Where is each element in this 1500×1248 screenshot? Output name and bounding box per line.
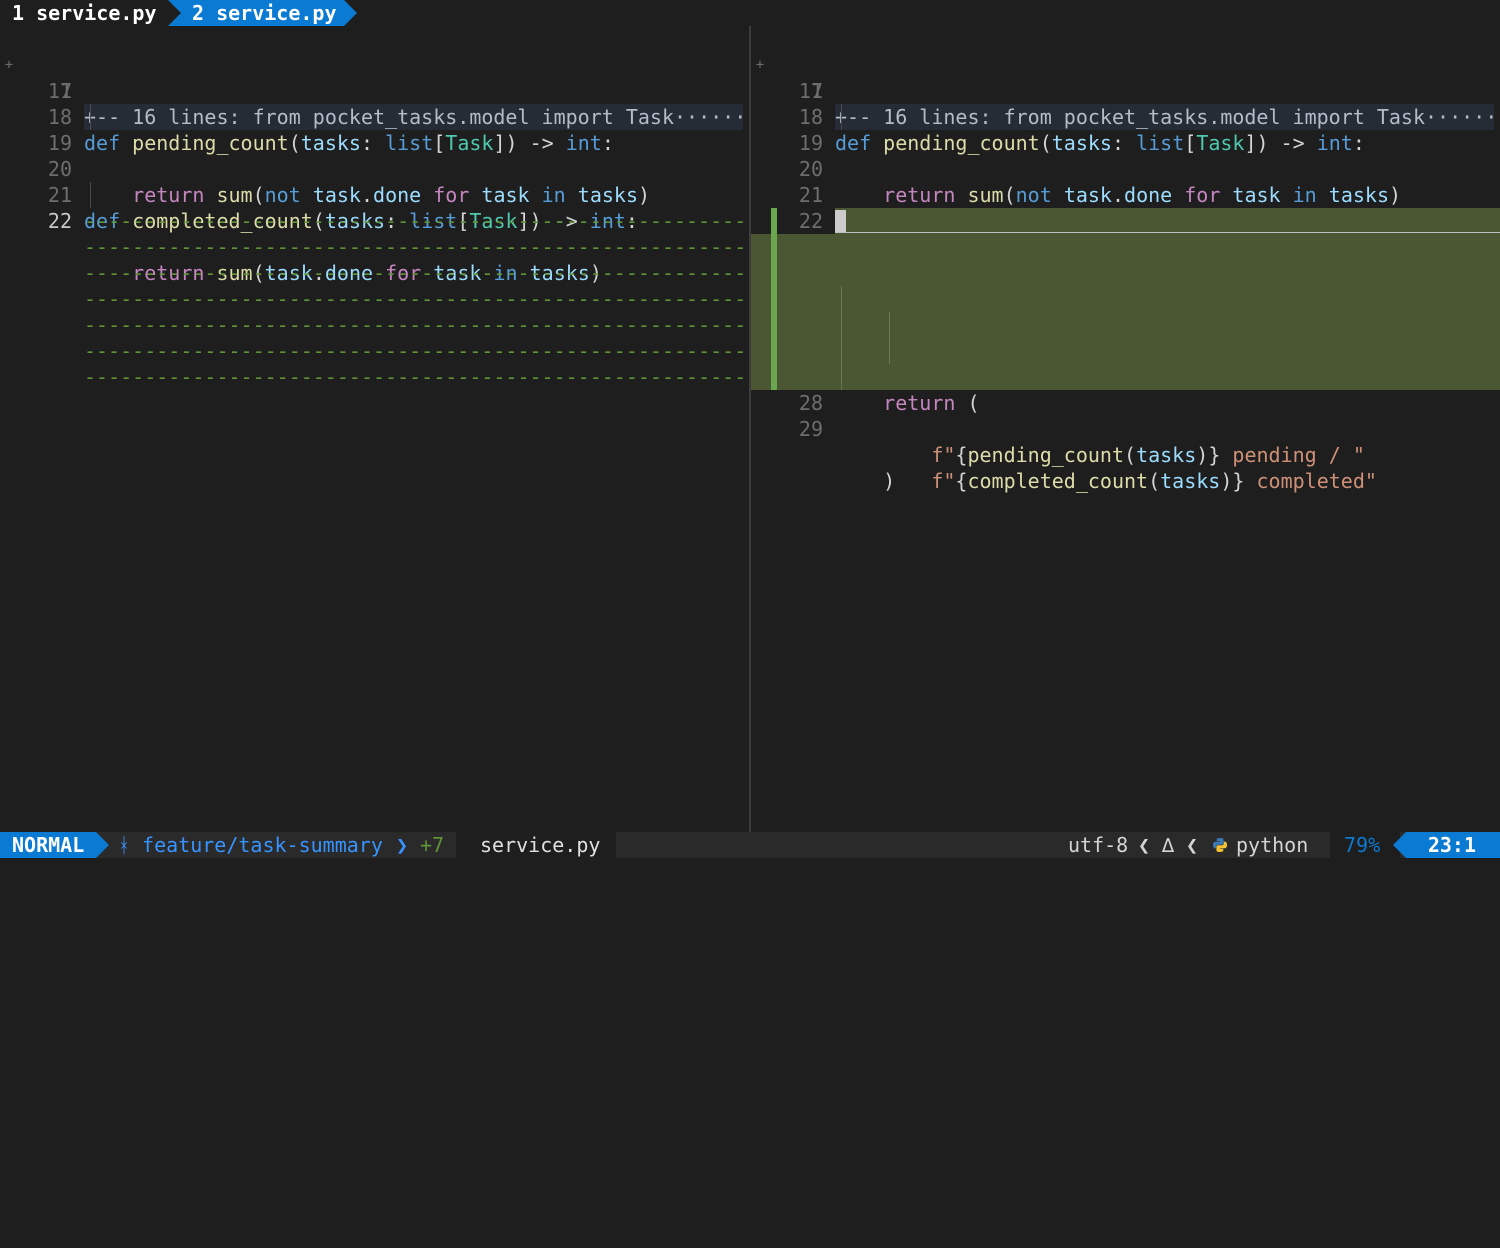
- chevron-left-icon: ❮: [1186, 833, 1199, 857]
- code-line[interactable]: 19 return sum(not task.done for task in …: [0, 104, 749, 207]
- code-line-added[interactable]: 29 ): [751, 364, 1500, 493]
- tab-1[interactable]: 1 service.py: [0, 0, 168, 26]
- code-line-added[interactable]: 26 return (: [751, 286, 1500, 415]
- diff-added-bar: [771, 338, 777, 364]
- python-icon: [1213, 838, 1227, 852]
- indent-guide: [841, 338, 842, 364]
- code-line[interactable]: 22 return sum(task.done for task in task…: [0, 182, 749, 285]
- code-line[interactable]: 20: [751, 130, 1500, 181]
- indent-guide: [90, 182, 91, 208]
- code-line-added[interactable]: 28 f"{completed_count(tasks)} completed": [751, 338, 1500, 493]
- code-line[interactable]: 21 def completed_count(tasks: list[Task]…: [0, 156, 749, 233]
- code-line[interactable]: 19 return sum(not task.done for task in …: [751, 104, 1500, 207]
- command-line[interactable]: [0, 858, 1500, 885]
- git-diff-count: +7: [420, 833, 445, 857]
- linux-icon: ∆: [1162, 833, 1175, 857]
- code-line[interactable]: 20: [0, 130, 749, 181]
- added-line-bg: [835, 208, 1500, 234]
- line-number: 29: [798, 417, 823, 441]
- code-line[interactable]: 22 return sum(task.done for task in task…: [751, 182, 1500, 259]
- left-diff-pane[interactable]: + 1 +-- 16 lines: from pocket_tasks.mode…: [0, 26, 749, 832]
- statusline: NORMAL ᚼ feature/task-summary ❯ +7 servi…: [0, 832, 1500, 858]
- file-type: python: [1236, 833, 1309, 857]
- code-line-added[interactable]: 24: [751, 234, 1500, 311]
- indent-guide: [841, 312, 842, 338]
- indent-guide: [841, 286, 842, 312]
- scroll-percent: 79%: [1344, 833, 1381, 857]
- diff-added-bar: [771, 312, 777, 338]
- diff-filler-line: ----------------------------------------…: [84, 313, 743, 337]
- diff-added-bar: [771, 364, 777, 390]
- indent-guide: [889, 338, 890, 364]
- cursor-position: 23:1: [1393, 832, 1500, 858]
- diff-added-bar: [771, 260, 777, 286]
- chevron-left-icon: ❮: [1138, 833, 1151, 857]
- text-cursor: [835, 210, 846, 232]
- indent-guide: [841, 104, 842, 130]
- code-text: f"{pending_count(tasks)} pending / ": [931, 443, 1365, 467]
- diff-filler-line: ----------------------------------------…: [84, 365, 743, 389]
- diff-filler-line: ----------------------------------------…: [84, 261, 743, 285]
- indent-guide: [90, 104, 91, 130]
- code-line[interactable]: 18 def pending_count(tasks: list[Task]) …: [0, 78, 749, 155]
- diff-added-bar: [771, 208, 777, 234]
- code-line-current[interactable]: 23: [751, 208, 1500, 285]
- indent-guide: [889, 312, 890, 338]
- diff-filler-line: ----------------------------------------…: [84, 235, 743, 259]
- code-text: return (: [883, 391, 980, 415]
- fold-line[interactable]: + 1 +-- 16 lines: from pocket_tasks.mode…: [751, 26, 1500, 130]
- diff-added-bar: [771, 286, 777, 312]
- tabline: 1 service.py 2 service.py: [0, 0, 1500, 26]
- file-encoding: utf-8: [1068, 833, 1129, 857]
- right-diff-pane[interactable]: + 1 +-- 16 lines: from pocket_tasks.mode…: [751, 26, 1500, 832]
- code-line-added[interactable]: 25 def task_summary(tasks: list[Task]) -…: [751, 260, 1500, 363]
- code-line[interactable]: 17: [751, 52, 1500, 103]
- indent-guide: [841, 364, 842, 390]
- code-line[interactable]: 18 def pending_count(tasks: list[Task]) …: [751, 78, 1500, 155]
- code-line[interactable]: 17: [0, 52, 749, 103]
- diff-added-bar: [771, 234, 777, 260]
- code-text: ): [835, 469, 896, 493]
- chevron-right-icon: ❯: [396, 833, 409, 857]
- git-branch[interactable]: ᚼ feature/task-summary: [118, 832, 383, 858]
- tab-2-active[interactable]: 2 service.py: [168, 0, 357, 26]
- filename: service.py: [480, 833, 601, 857]
- cursorline-underline: [835, 232, 1500, 233]
- code-line[interactable]: 21 def completed_count(tasks: list[Task]…: [751, 156, 1500, 233]
- diff-filler-line: ----------------------------------------…: [84, 287, 743, 311]
- mode-indicator: NORMAL: [0, 832, 109, 858]
- code-line-added[interactable]: 27 f"{pending_count(tasks)} pending / ": [751, 312, 1500, 467]
- diff-filler-line: ----------------------------------------…: [84, 209, 743, 233]
- fold-line[interactable]: + 1 +-- 16 lines: from pocket_tasks.mode…: [0, 26, 749, 130]
- diff-filler-line: ----------------------------------------…: [84, 339, 743, 363]
